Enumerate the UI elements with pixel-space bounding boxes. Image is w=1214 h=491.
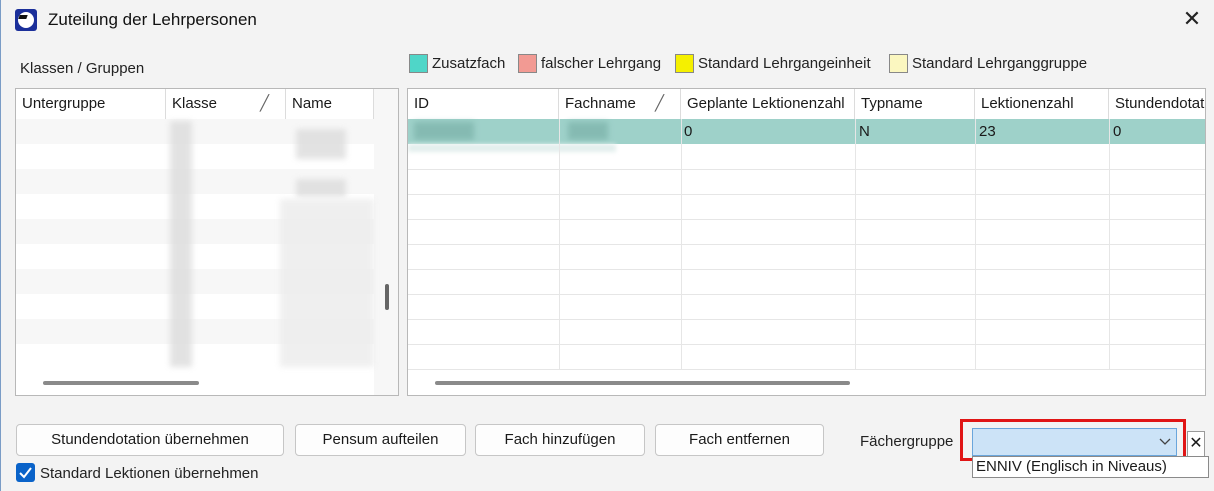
fach-hinzufuegen-button[interactable]: Fach hinzufügen [475, 424, 645, 456]
column-header-stundendotation[interactable]: Stundendotat [1109, 89, 1205, 119]
vertical-scrollbar-thumb[interactable] [385, 284, 389, 310]
standard-lektionen-checkbox[interactable] [16, 463, 35, 482]
redacted-fachname-cell [568, 122, 608, 140]
column-header-id[interactable]: ID [408, 89, 559, 119]
vertical-scrollbar-track[interactable] [374, 89, 398, 395]
cell-lektionenzahl: 23 [979, 123, 996, 140]
column-header-klasse[interactable]: Klasse ╱ [166, 89, 286, 119]
graduation-cap-icon [15, 9, 37, 31]
redacted-id-cell [414, 122, 474, 140]
horizontal-scrollbar-thumb[interactable] [435, 381, 850, 385]
legend-label-falscher-lehrgang: falscher Lehrgang [541, 55, 662, 72]
cell-typname: N [859, 123, 870, 140]
legend-swatch-zusatzfach [409, 54, 428, 73]
classes-grid[interactable]: Untergruppe Klasse ╱ Name [15, 88, 399, 396]
redacted-class-cells [170, 121, 192, 367]
redacted-name-cell [296, 129, 346, 159]
dialog-window: Zuteilung der Lehrpersonen ✕ Klassen / G… [0, 0, 1214, 491]
checkmark-icon [19, 467, 32, 479]
column-header-klasse-label: Klasse [172, 95, 218, 112]
dropdown-option-enniv[interactable]: ENNIV (Englisch in Niveaus) [972, 456, 1209, 478]
redacted-name-cell [296, 179, 346, 197]
column-header-lektionenzahl[interactable]: Lektionenzahl [975, 89, 1109, 119]
legend-swatch-falscher-lehrgang [518, 54, 537, 73]
subjects-grid[interactable]: ID Fachname ╱ Geplante Lektionenzahl Typ… [407, 88, 1206, 396]
standard-lektionen-label: Standard Lektionen übernehmen [40, 465, 259, 482]
pensum-aufteilen-button[interactable]: Pensum aufteilen [295, 424, 466, 456]
close-icon[interactable]: ✕ [1181, 7, 1203, 31]
redacted-name-cells [280, 199, 374, 367]
cell-geplante-lektionenzahl: 0 [684, 123, 693, 140]
legend-swatch-standard-lehrganggruppe [889, 54, 908, 73]
highlight-box [960, 419, 1186, 461]
horizontal-scrollbar-thumb[interactable] [43, 381, 199, 385]
title-bar: Zuteilung der Lehrpersonen ✕ [1, 0, 1214, 40]
left-panel-label: Klassen / Gruppen [20, 60, 145, 77]
column-header-fachname-label: Fachname [565, 95, 636, 112]
faechergruppe-label: Fächergruppe [860, 433, 954, 450]
sort-indicator-icon: ╱ [655, 95, 665, 112]
window-title: Zuteilung der Lehrpersonen [48, 10, 257, 29]
column-header-typname[interactable]: Typname [855, 89, 975, 119]
clear-faechergruppe-button[interactable]: ✕ [1187, 431, 1205, 457]
stundendotation-uebernehmen-button[interactable]: Stundendotation übernehmen [16, 424, 284, 456]
sort-indicator-icon: ╱ [260, 95, 270, 112]
table-row-selected[interactable]: 0 N 23 0 [408, 119, 1205, 152]
column-header-geplante-lektionenzahl[interactable]: Geplante Lektionenzahl [681, 89, 855, 119]
legend-label-standard-lehrgangeinheit: Standard Lehrgangeinheit [698, 55, 871, 72]
column-header-untergruppe[interactable]: Untergruppe [16, 89, 166, 119]
column-header-name[interactable]: Name [286, 89, 374, 119]
cell-stundendotation: 0 [1113, 123, 1122, 140]
legend-label-zusatzfach: Zusatzfach [432, 55, 506, 72]
legend-swatch-standard-lehrgangeinheit [675, 54, 694, 73]
column-header-fachname[interactable]: Fachname ╱ [559, 89, 681, 119]
fach-entfernen-button[interactable]: Fach entfernen [655, 424, 824, 456]
legend-label-standard-lehrganggruppe: Standard Lehrganggruppe [912, 55, 1088, 72]
